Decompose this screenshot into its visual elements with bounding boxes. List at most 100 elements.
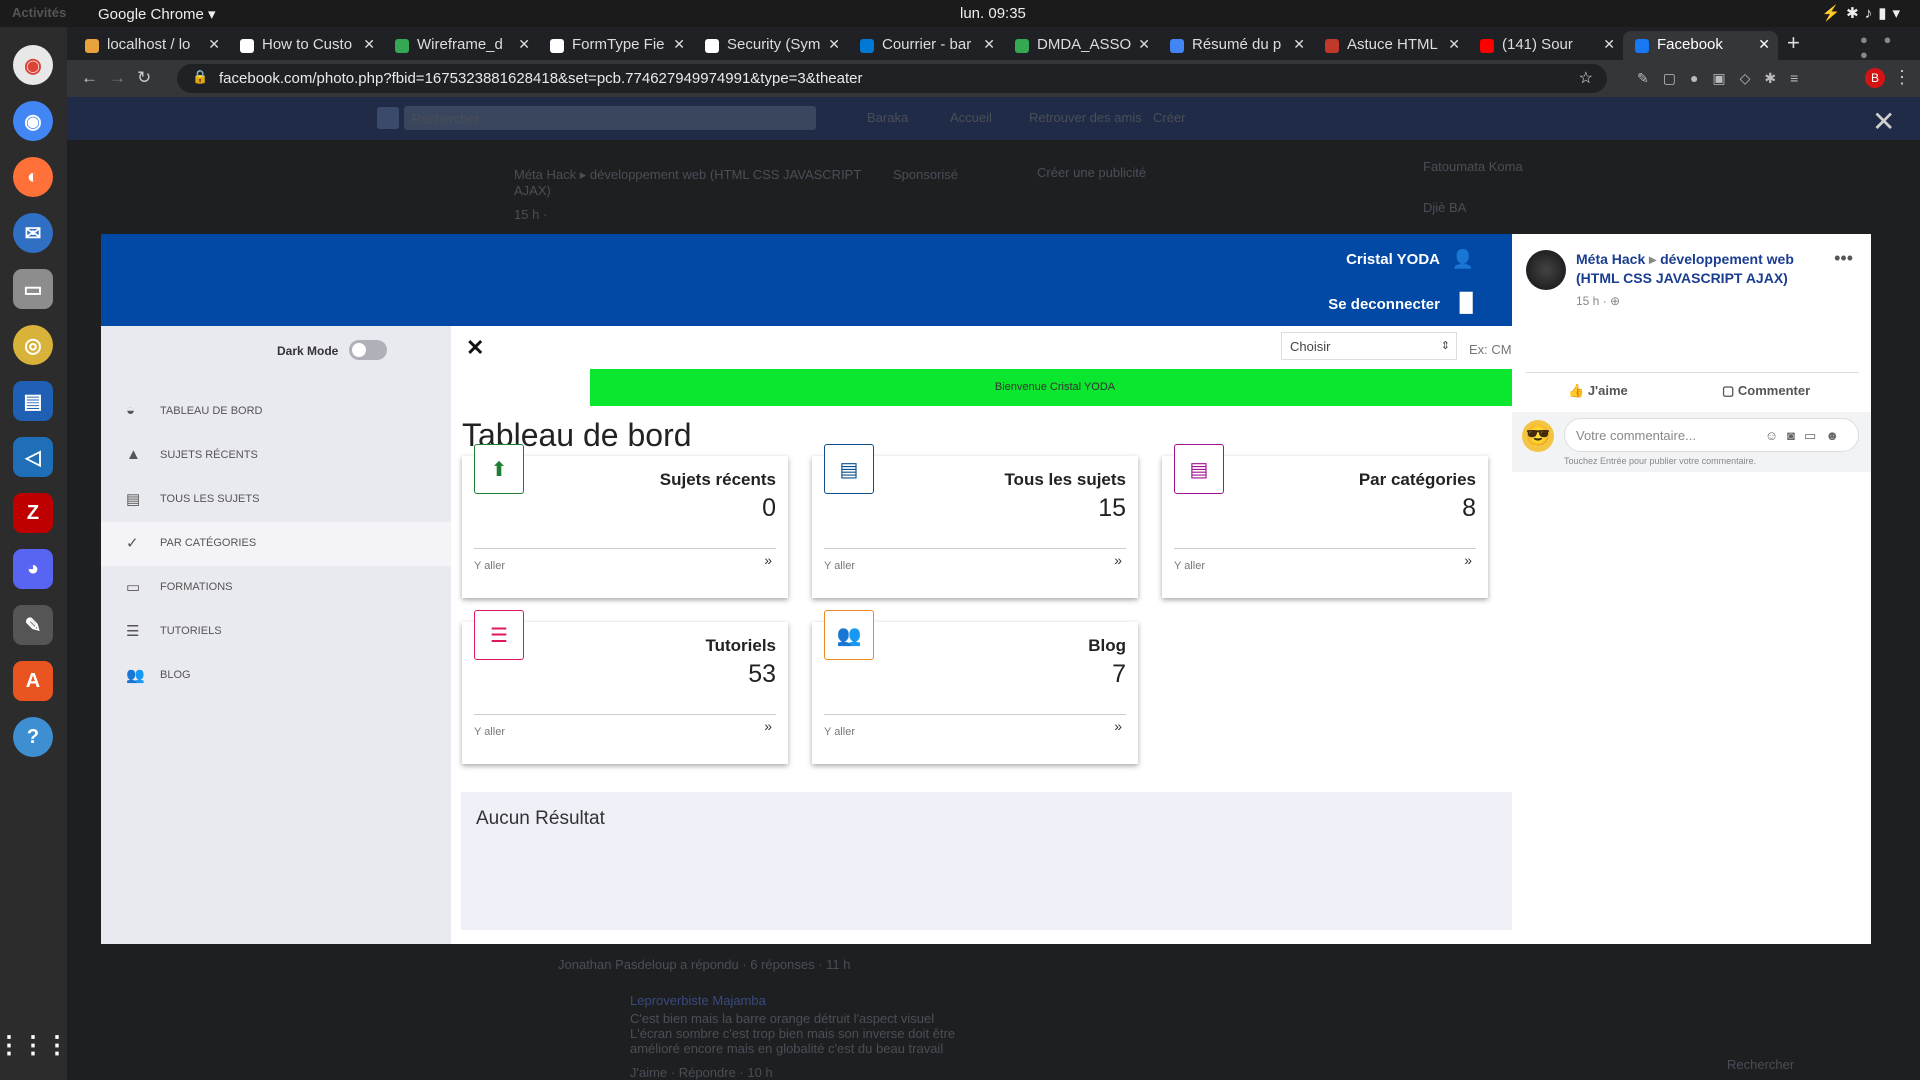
- close-icon[interactable]: ✕: [466, 335, 484, 361]
- double-chevron-icon[interactable]: »: [1114, 718, 1122, 734]
- chrome-icon[interactable]: ◉: [13, 45, 53, 85]
- filezilla-icon[interactable]: Z: [13, 493, 53, 533]
- sidebar-item-blog[interactable]: 👥 BLOG: [101, 654, 451, 698]
- post-author[interactable]: Méta Hack: [1576, 251, 1645, 267]
- dark-mode-toggle[interactable]: [349, 340, 387, 360]
- tab[interactable]: FormType Fie ✕: [538, 31, 693, 60]
- fb-search-field[interactable]: Rechercher: [404, 106, 816, 130]
- discord-icon[interactable]: ◕: [13, 549, 53, 589]
- tab[interactable]: Astuce HTML ✕: [1313, 31, 1468, 60]
- files-icon[interactable]: ▭: [13, 269, 53, 309]
- sidebar-item-formations[interactable]: ▭ FORMATIONS: [101, 566, 451, 610]
- search-input[interactable]: [1469, 332, 1512, 360]
- double-chevron-icon[interactable]: »: [1114, 552, 1122, 568]
- tab[interactable]: Wireframe_d ✕: [383, 31, 538, 60]
- users-icon: 👥: [824, 610, 874, 660]
- tab[interactable]: Security (Sym ✕: [693, 31, 848, 60]
- tab[interactable]: (141) Sour ✕: [1468, 31, 1623, 60]
- tab[interactable]: Résumé du p ✕: [1158, 31, 1313, 60]
- fb-nav-find-friends[interactable]: Retrouver des amis: [1029, 110, 1142, 125]
- fb-contact[interactable]: Djiè BA: [1423, 200, 1466, 215]
- sidebar-item-dashboard[interactable]: ◒ TABLEAU DE BORD: [101, 390, 451, 434]
- app-menu[interactable]: Google Chrome ▾: [98, 5, 216, 23]
- close-icon[interactable]: ✕: [1872, 105, 1895, 138]
- comment-input[interactable]: Votre commentaire... ☺◙▭☻: [1564, 418, 1859, 452]
- fb-contact[interactable]: Fatoumata Koma: [1423, 159, 1523, 174]
- close-icon[interactable]: ✕: [1448, 36, 1460, 53]
- system-tray-icons[interactable]: ⚡✱♪▮▾: [1821, 4, 1906, 22]
- fb-nav-profile[interactable]: Baraka: [867, 110, 908, 125]
- symfony-icon: [705, 39, 719, 53]
- card-go-link[interactable]: Y aller: [824, 726, 855, 738]
- comment-button[interactable]: ▢ Commenter: [1722, 383, 1810, 399]
- sidebar-item-all[interactable]: ▤ TOUS LES SUJETS: [101, 478, 451, 522]
- double-chevron-icon[interactable]: »: [764, 718, 772, 734]
- user-name[interactable]: Cristal YODA 👤: [1346, 249, 1474, 269]
- profile-avatar[interactable]: B: [1865, 68, 1885, 88]
- fb-comment-meta[interactable]: J'aime · Répondre · 10 h: [630, 1065, 773, 1080]
- help-icon[interactable]: ?: [13, 717, 53, 757]
- fb-reply-line[interactable]: Jonathan Pasdeloup a répondu · 6 réponse…: [558, 957, 850, 972]
- window-controls[interactable]: ● ● ●: [1860, 32, 1920, 62]
- back-icon[interactable]: ←: [81, 68, 98, 88]
- extension-icons[interactable]: ✎▢●▣◇✱≡: [1637, 70, 1812, 87]
- fb-chat-search[interactable]: Rechercher: [1727, 1057, 1794, 1072]
- rhythmbox-icon[interactable]: ◎: [13, 325, 53, 365]
- thunderbird-icon[interactable]: ✉: [13, 213, 53, 253]
- star-icon[interactable]: ☆: [1579, 68, 1593, 88]
- more-options-icon[interactable]: •••: [1834, 248, 1853, 269]
- double-chevron-icon[interactable]: »: [1464, 552, 1472, 568]
- card-go-link[interactable]: Y aller: [1174, 560, 1205, 572]
- close-icon[interactable]: ✕: [363, 36, 375, 53]
- composer-icons[interactable]: ☺◙▭☻: [1765, 428, 1848, 444]
- reload-icon[interactable]: ↻: [137, 68, 151, 88]
- tab[interactable]: localhost / lo ✕: [73, 31, 228, 60]
- close-icon[interactable]: ✕: [1293, 36, 1305, 53]
- fb-create-ad[interactable]: Créer une publicité: [1037, 165, 1146, 180]
- new-tab-button[interactable]: +: [1787, 30, 1800, 56]
- sidebar-item-label: PAR CATÉGORIES: [160, 537, 257, 549]
- drive-icon: [395, 39, 409, 53]
- post-time-text[interactable]: 15 h ·: [1576, 294, 1607, 308]
- close-icon[interactable]: ✕: [828, 36, 840, 53]
- category-select[interactable]: Choisir: [1281, 332, 1457, 360]
- card-go-link[interactable]: Y aller: [824, 560, 855, 572]
- close-icon[interactable]: ✕: [1758, 36, 1770, 53]
- vscode-icon[interactable]: ◁: [13, 437, 53, 477]
- close-icon[interactable]: ✕: [518, 36, 530, 53]
- url-field[interactable]: 🔒 facebook.com/photo.php?fbid=1675323881…: [177, 64, 1607, 93]
- activities-button[interactable]: Activités: [12, 5, 66, 20]
- tab[interactable]: DMDA_ASSO ✕: [1003, 31, 1158, 60]
- clock[interactable]: lun. 09:35: [960, 5, 1026, 22]
- sidebar-item-tutorials[interactable]: ☰ TUTORIELS: [101, 610, 451, 654]
- app-header: Cristal YODA 👤 Se deconnecter ▉: [101, 234, 1512, 326]
- software-icon[interactable]: A: [13, 661, 53, 701]
- gimp-icon[interactable]: ✎: [13, 605, 53, 645]
- close-icon[interactable]: ✕: [208, 36, 220, 53]
- app-grid-icon[interactable]: ⋮⋮⋮: [0, 1025, 69, 1065]
- chromium-icon[interactable]: ◉: [13, 101, 53, 141]
- tab[interactable]: Courrier - bar ✕: [848, 31, 1003, 60]
- like-button[interactable]: 👍 J'aime: [1568, 383, 1628, 399]
- forward-icon[interactable]: →: [109, 68, 126, 88]
- card-go-link[interactable]: Y aller: [474, 560, 505, 572]
- close-icon[interactable]: ✕: [1603, 36, 1615, 53]
- fb-nav-create[interactable]: Créer: [1153, 110, 1186, 125]
- close-icon[interactable]: ✕: [1138, 36, 1150, 53]
- writer-icon[interactable]: ▤: [13, 381, 53, 421]
- close-icon[interactable]: ✕: [983, 36, 995, 53]
- close-icon[interactable]: ✕: [673, 36, 685, 53]
- sidebar-item-recent[interactable]: ▲ SUJETS RÉCENTS: [101, 434, 451, 478]
- double-chevron-icon[interactable]: »: [764, 552, 772, 568]
- menu-icon[interactable]: ⋮: [1893, 67, 1911, 88]
- card-go-link[interactable]: Y aller: [474, 726, 505, 738]
- sidebar-item-categories[interactable]: ✓ PAR CATÉGORIES: [101, 522, 451, 566]
- logout-button[interactable]: Se deconnecter ▉: [1328, 293, 1474, 313]
- firefox-icon[interactable]: ◐: [13, 157, 53, 197]
- comment-placeholder: Votre commentaire...: [1576, 428, 1696, 443]
- tab-active[interactable]: Facebook ✕: [1623, 31, 1778, 60]
- fb-comment-author[interactable]: Leproverbiste Majamba: [630, 993, 766, 1008]
- avatar[interactable]: [1526, 250, 1566, 290]
- tab[interactable]: How to Custo ✕: [228, 31, 383, 60]
- fb-nav-home[interactable]: Accueil: [950, 110, 992, 125]
